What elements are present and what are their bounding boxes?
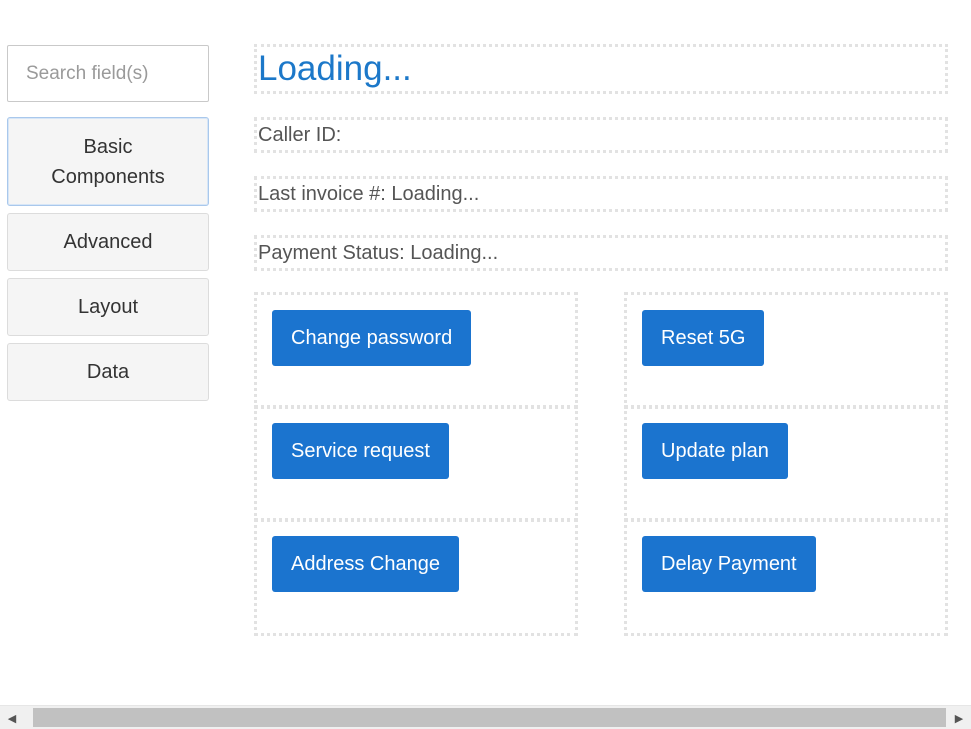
nav-data-label: Data [86,361,130,383]
nav-basic-components-button[interactable]: Basic Components [7,117,209,206]
caller-id-container: Caller ID: [254,117,948,153]
nav-layout-button[interactable]: Layout [7,278,209,336]
horizontal-scrollbar[interactable]: ◀ ▶ [0,705,971,729]
sidebar: Basic Components Advanced Layout Data [7,45,209,401]
last-invoice-container: Last invoice #: Loading... [254,176,948,212]
action-cell: Change password [254,292,578,409]
reset-5g-button[interactable]: Reset 5G [642,310,765,366]
scroll-left-icon[interactable]: ◀ [0,706,24,729]
action-cell: Delay Payment [624,518,948,636]
scroll-thumb[interactable] [33,708,946,727]
service-request-button[interactable]: Service request [272,423,449,479]
nav-advanced-label: Advanced [63,231,153,253]
action-cell: Address Change [254,518,578,636]
search-input[interactable] [7,45,209,102]
action-cell: Reset 5G [624,292,948,409]
action-cell: Service request [254,405,578,522]
page: Basic Components Advanced Layout Data Lo… [0,0,971,729]
update-plan-button[interactable]: Update plan [642,423,788,479]
nav-layout-label: Layout [77,296,139,318]
payment-status-container: Payment Status: Loading... [254,235,948,271]
nav-advanced-button[interactable]: Advanced [7,213,209,271]
address-change-button[interactable]: Address Change [272,536,459,592]
nav-basic-components-label: Basic Components [51,135,165,188]
title-container: Loading... [254,44,948,94]
change-password-button[interactable]: Change password [272,310,472,366]
delay-payment-button[interactable]: Delay Payment [642,536,816,592]
payment-status-text: Payment Status: Loading... [258,241,499,264]
page-title: Loading... [258,49,412,88]
scroll-right-icon[interactable]: ▶ [947,706,971,729]
action-cell: Update plan [624,405,948,522]
last-invoice-text: Last invoice #: Loading... [258,182,480,205]
nav-data-button[interactable]: Data [7,343,209,401]
caller-id-text: Caller ID: [258,123,342,146]
